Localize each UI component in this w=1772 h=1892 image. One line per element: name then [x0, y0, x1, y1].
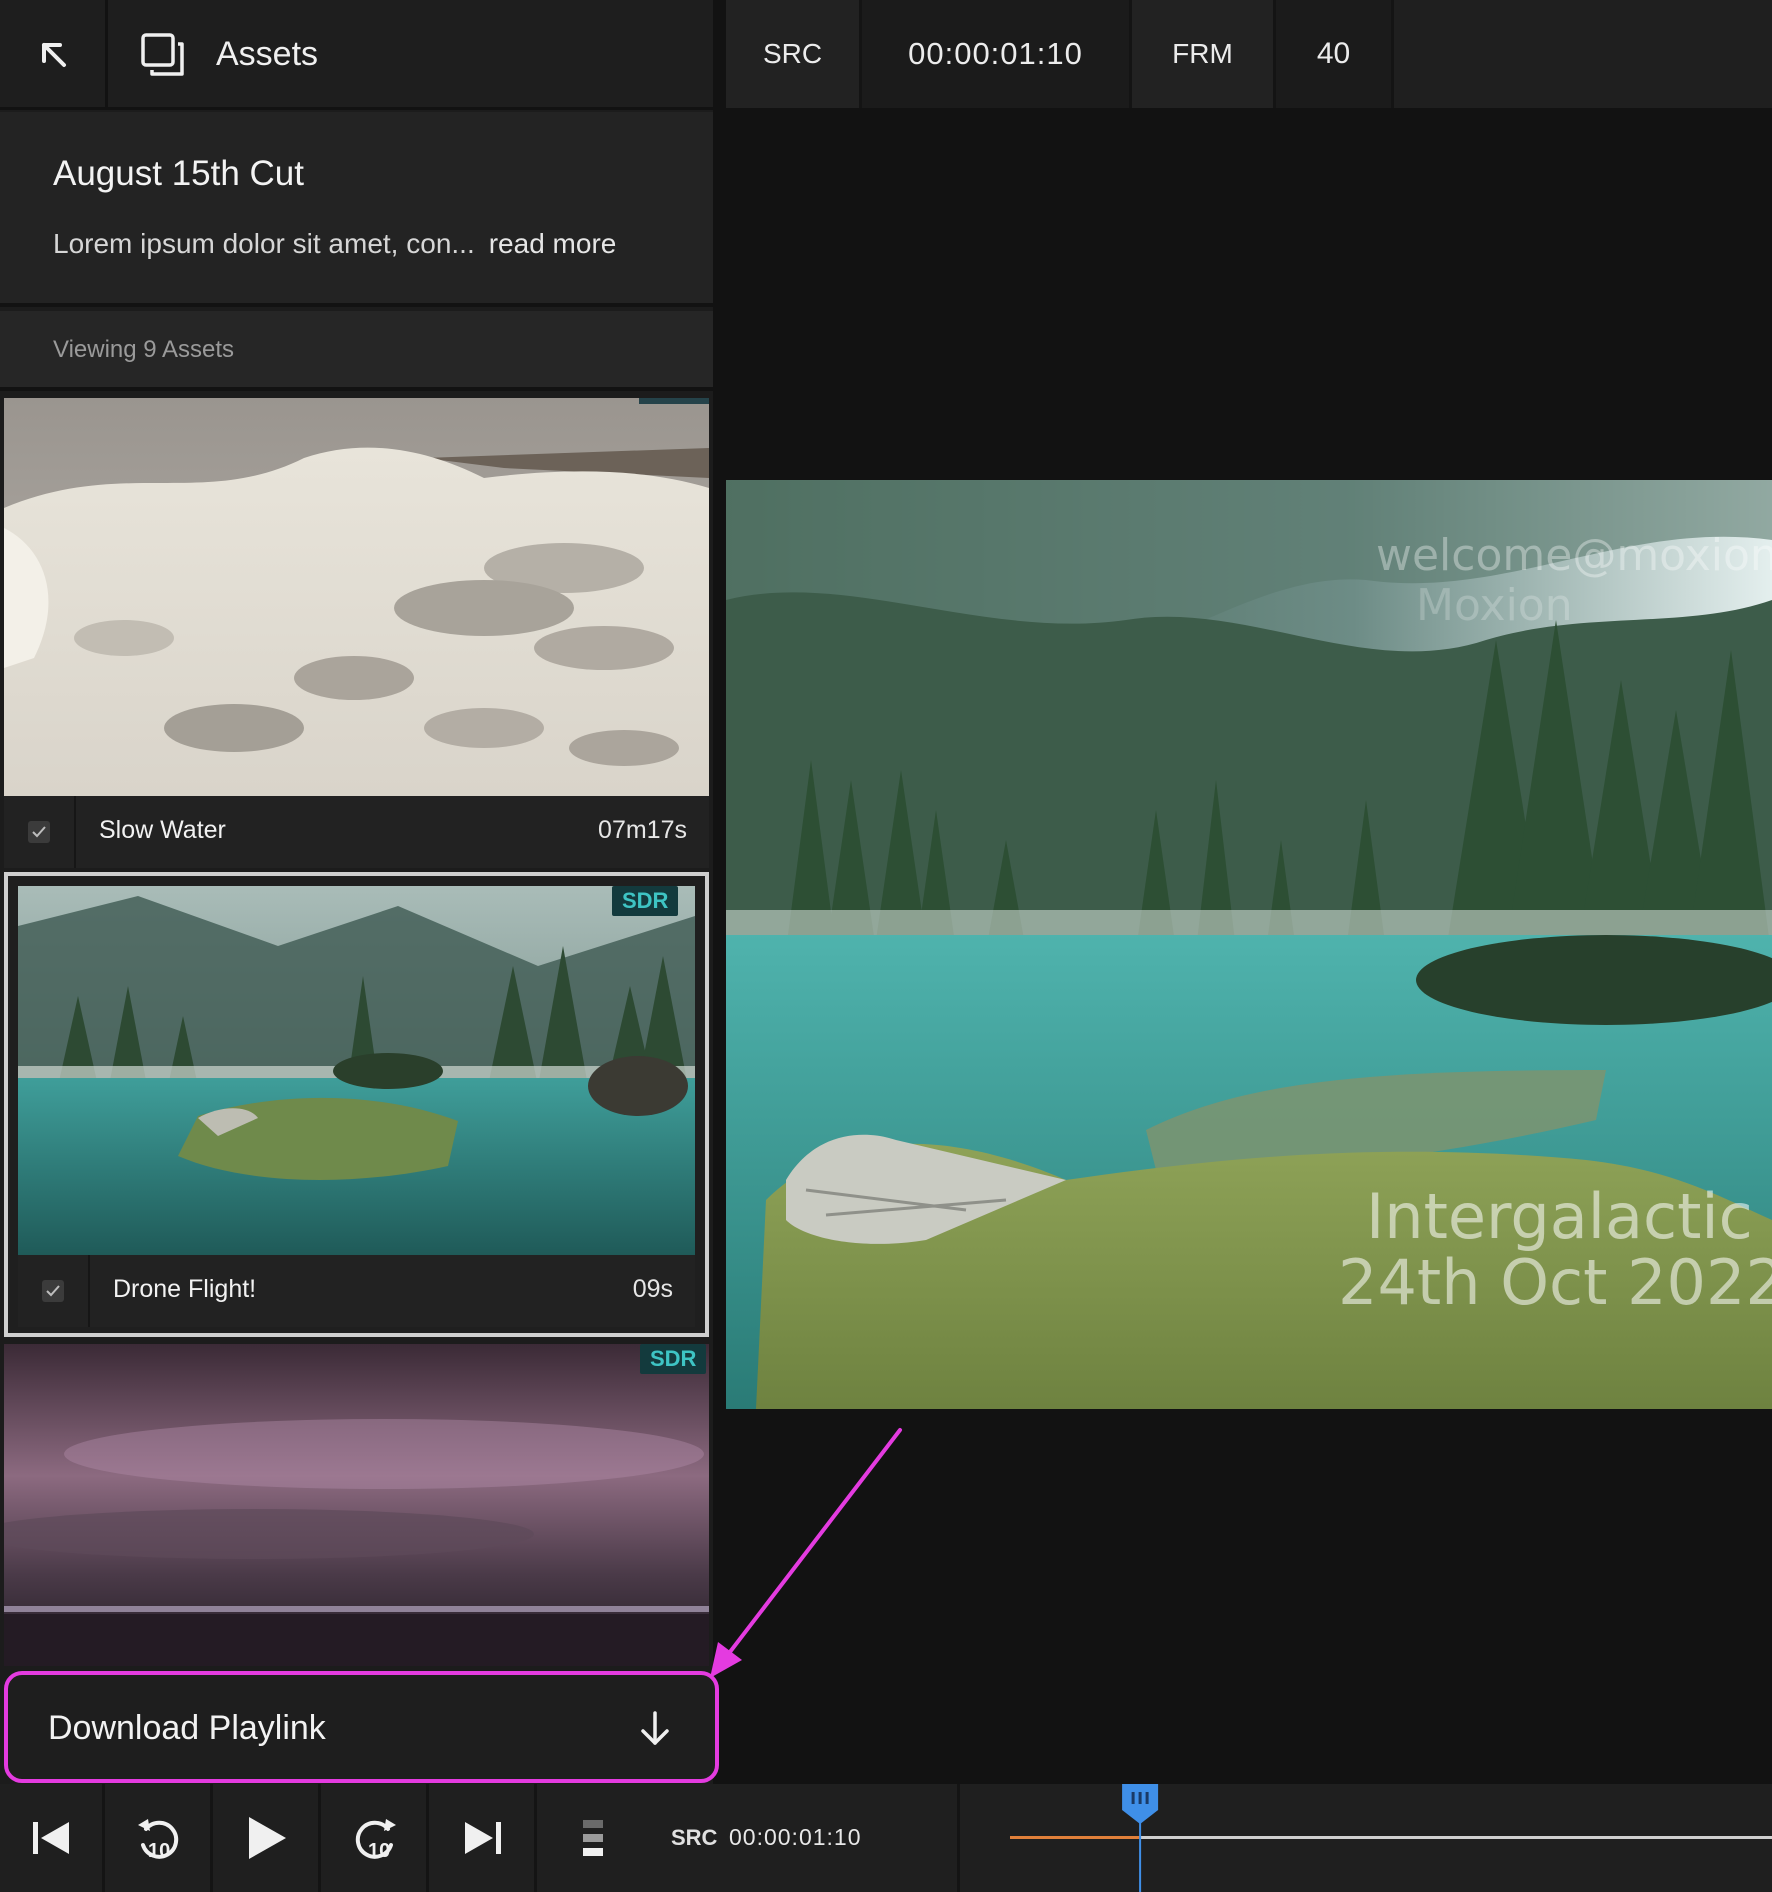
asset-thumbnail[interactable]	[18, 886, 695, 1256]
forward-10-button[interactable]: 10	[324, 1784, 429, 1892]
assets-icon	[141, 33, 184, 76]
back-button[interactable]	[0, 0, 108, 107]
rewind-seconds: 10	[148, 1840, 170, 1862]
arrow-down-icon	[641, 1711, 669, 1745]
asset-list[interactable]: Slow Water 07m17s SDR Drone Flight! 09s …	[0, 396, 713, 1666]
sdr-badge: SDR	[612, 886, 679, 916]
playhead-line	[1139, 1814, 1142, 1892]
assets-header: Assets	[0, 0, 713, 110]
callout-arrow-icon	[710, 1428, 902, 1678]
cut-description-text: Lorem ipsum dolor sit amet, con...	[53, 228, 475, 259]
asset-card-drone-flight[interactable]: SDR Drone Flight! 09s	[4, 872, 709, 1337]
play-button[interactable]	[216, 1784, 321, 1892]
asset-thumbnail[interactable]	[4, 1344, 709, 1666]
src-label[interactable]: SRC	[726, 0, 862, 108]
timeline-track	[1010, 1784, 1772, 1892]
watermark-company: Moxion	[1416, 580, 1573, 631]
timecode-display[interactable]: 00:00:01:10	[862, 0, 1132, 108]
timeline-played-line	[1010, 1836, 1141, 1839]
watermark-date: 24th Oct 2022	[1338, 1246, 1772, 1319]
frm-label[interactable]: FRM	[1132, 0, 1276, 108]
transport-bar: 10 10 SRC 00:00:01:10	[0, 1784, 1772, 1892]
rewind-10-icon: 10	[138, 1819, 179, 1862]
asset-checkbox[interactable]	[4, 796, 76, 868]
forward-seconds: 10	[368, 1840, 390, 1862]
panel-title: Assets	[216, 35, 319, 73]
timecode-bar: SRC 00:00:01:10 FRM 40	[726, 0, 1772, 108]
skip-to-end-icon	[465, 1822, 501, 1854]
asset-name: Drone Flight!	[113, 1275, 257, 1303]
checkmark-icon	[28, 821, 50, 843]
rewind-10-button[interactable]: 10	[108, 1784, 213, 1892]
assets-panel: Assets August 15th Cut Lorem ipsum dolor…	[0, 0, 719, 1784]
skip-to-start-icon	[33, 1822, 69, 1854]
viewing-count-bar: Viewing 9 Assets	[0, 311, 713, 391]
asset-checkbox[interactable]	[18, 1255, 90, 1327]
forward-10-icon: 10	[355, 1819, 396, 1862]
video-viewer[interactable]: welcome@moxion Moxion Intergalactic 24th…	[726, 480, 1772, 1409]
transport-src-label: SRC	[671, 1825, 718, 1850]
asset-card-slow-water[interactable]: Slow Water 07m17s	[4, 398, 709, 868]
viewing-count: Viewing 9 Assets	[53, 336, 234, 363]
sdr-badge: SDR	[640, 1344, 707, 1374]
read-more-link[interactable]: read more	[489, 228, 617, 259]
watermark-email: welcome@moxion	[1376, 530, 1772, 581]
asset-card-night[interactable]: SDR	[4, 1344, 709, 1666]
watermark-title: Intergalactic	[1366, 1180, 1753, 1253]
asset-name: Slow Water	[99, 816, 226, 844]
checkmark-icon	[42, 1280, 64, 1302]
transport-timecode: 00:00:01:10	[729, 1824, 862, 1850]
download-playlink-label: Download Playlink	[48, 1709, 326, 1747]
download-playlink-button[interactable]: Download Playlink	[4, 1671, 719, 1783]
cut-info: August 15th Cut Lorem ipsum dolor sit am…	[0, 112, 713, 307]
cut-title: August 15th Cut	[53, 154, 304, 193]
asset-duration: 09s	[632, 1275, 673, 1303]
cut-description: Lorem ipsum dolor sit amet, con... read m…	[53, 228, 616, 260]
timeline-scrubber[interactable]	[957, 1784, 1772, 1892]
skip-to-end-button[interactable]	[432, 1784, 537, 1892]
menu-button[interactable]	[540, 1784, 645, 1892]
asset-footer: Slow Water 07m17s	[4, 796, 709, 868]
asset-footer: Drone Flight! 09s	[18, 1255, 695, 1327]
skip-to-start-button[interactable]	[0, 1784, 105, 1892]
playhead-handle	[1122, 1784, 1159, 1824]
asset-duration: 07m17s	[598, 816, 687, 844]
arrow-up-left-icon	[41, 42, 66, 67]
menu-icon	[582, 1820, 603, 1856]
asset-thumbnail[interactable]	[4, 398, 709, 796]
frame-number[interactable]: 40	[1276, 0, 1394, 108]
play-icon	[249, 1817, 286, 1859]
